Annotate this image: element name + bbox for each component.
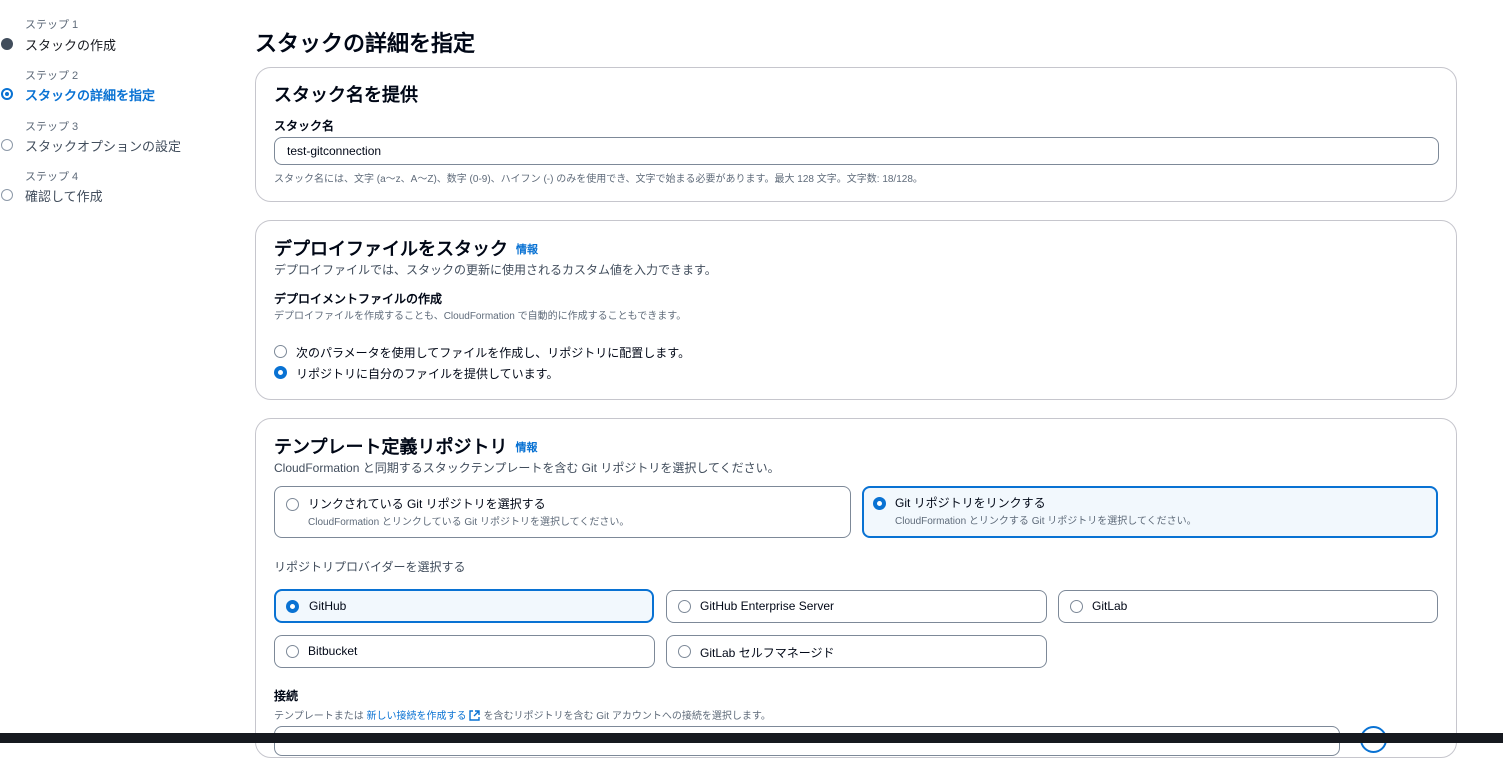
template-repo-card: テンプレート定義リポジトリ 情報 CloudFormation と同期するスタック…	[255, 418, 1457, 758]
step-number: ステップ 2	[25, 70, 79, 82]
tile-description: CloudFormation とリンクする Git リポジトリを選択してください…	[895, 516, 1197, 527]
provider-name: GitHub	[309, 599, 347, 613]
radio-button[interactable]	[678, 645, 691, 658]
radio-button-selected[interactable]	[286, 600, 299, 613]
hint-text: テンプレートまたは	[274, 711, 364, 722]
radio-label[interactable]: リポジトリに自分のファイルを提供しています。	[296, 365, 558, 382]
provider-name: GitHub Enterprise Server	[700, 599, 835, 613]
stack-name-label: スタック名	[274, 119, 335, 133]
card-title: テンプレート定義リポジトリ 情報	[274, 433, 537, 459]
radio-button[interactable]	[274, 345, 287, 358]
stack-name-card: スタック名を提供 スタック名 スタック名には、文字 (a～z、A～Z)、数字 (…	[255, 67, 1457, 202]
hint-text: を含むリポジトリを含む Git アカウントへの接続を選択します。	[483, 711, 771, 722]
step-number: ステップ 1	[25, 19, 79, 31]
connection-label: 接続	[274, 689, 299, 703]
deploy-file-field-label: デプロイメントファイルの作成	[274, 292, 443, 306]
tile-label: リンクされている Git リポジトリを選択する	[308, 497, 546, 511]
step-label[interactable]: スタックの作成	[25, 35, 116, 54]
wizard-steps-nav: ステップ 1 スタックの作成 ステップ 2 スタックの詳細を指定 ステップ 3 …	[0, 0, 230, 743]
create-connection-link[interactable]: 新しい接続を作成する	[366, 711, 466, 722]
provider-name: Bitbucket	[308, 644, 358, 658]
radio-button-selected[interactable]	[873, 497, 886, 510]
tile-link-git-repo[interactable]: Git リポジトリをリンクする CloudFormation とリンクする Gi…	[862, 486, 1438, 538]
radio-button[interactable]	[286, 498, 299, 511]
card-title-text: デプロイファイルをスタック	[274, 239, 508, 259]
taskbar	[0, 733, 1503, 743]
step-label: スタックの詳細を指定	[25, 88, 156, 103]
provider-name: GitLab セルフマネージド	[700, 646, 835, 660]
provider-gitlab-self-managed[interactable]: GitLab セルフマネージド	[666, 635, 1047, 668]
provider-name: GitLab	[1092, 599, 1128, 613]
radio-button[interactable]	[678, 600, 691, 613]
step-current-icon	[1, 88, 13, 100]
provider-github-enterprise[interactable]: GitHub Enterprise Server	[666, 590, 1047, 623]
step-number: ステップ 3	[25, 121, 79, 133]
card-description: CloudFormation と同期するスタックテンプレートを含む Git リポ…	[274, 461, 780, 475]
radio-label[interactable]: 次のパラメータを使用してファイルを作成し、リポジトリに配置します。	[296, 344, 690, 361]
provider-bitbucket[interactable]: Bitbucket	[274, 635, 655, 668]
page-title: スタックの詳細を指定	[255, 31, 476, 56]
tile-description: CloudFormation とリンクしている Git リポジトリを選択してくだ…	[308, 517, 630, 528]
provider-label: リポジトリプロバイダーを選択する	[274, 560, 466, 574]
stack-name-input[interactable]	[274, 137, 1439, 165]
provider-github[interactable]: GitHub	[274, 589, 654, 623]
card-title: スタック名を提供	[274, 85, 418, 105]
deploy-file-card: デプロイファイルをスタック 情報 デプロイファイルでは、スタックの更新に使用される…	[255, 220, 1457, 400]
step-number: ステップ 4	[25, 171, 79, 183]
connection-hint: テンプレートまたは 新しい接続を作成する を含むリポジトリを含む Git アカウン…	[274, 707, 771, 722]
step-pending-icon	[1, 139, 13, 151]
external-link-icon[interactable]	[469, 710, 481, 721]
info-link[interactable]: 情報	[515, 442, 537, 454]
step-label: スタックオプションの設定	[25, 139, 182, 154]
radio-button[interactable]	[286, 645, 299, 658]
tile-select-linked-repo[interactable]: リンクされている Git リポジトリを選択する CloudFormation と…	[274, 486, 851, 538]
radio-button-selected[interactable]	[274, 366, 287, 379]
card-description: デプロイファイルでは、スタックの更新に使用されるカスタム値を入力できます。	[274, 263, 717, 277]
deploy-file-field-hint: デプロイファイルを作成することも、CloudFormation で自動的に作成す…	[274, 311, 687, 322]
radio-button[interactable]	[1070, 600, 1083, 613]
provider-gitlab[interactable]: GitLab	[1058, 590, 1438, 623]
card-title: デプロイファイルをスタック 情報	[274, 235, 538, 261]
tile-label: Git リポジトリをリンクする	[895, 496, 1046, 510]
step-pending-icon	[1, 189, 13, 201]
step-complete-icon	[1, 38, 13, 50]
step-label: 確認して作成	[25, 189, 103, 204]
card-title-text: テンプレート定義リポジトリ	[274, 437, 508, 457]
info-link[interactable]: 情報	[516, 244, 538, 256]
stack-name-hint: スタック名には、文字 (a～z、A～Z)、数字 (0-9)、ハイフン (-) の…	[274, 174, 923, 185]
